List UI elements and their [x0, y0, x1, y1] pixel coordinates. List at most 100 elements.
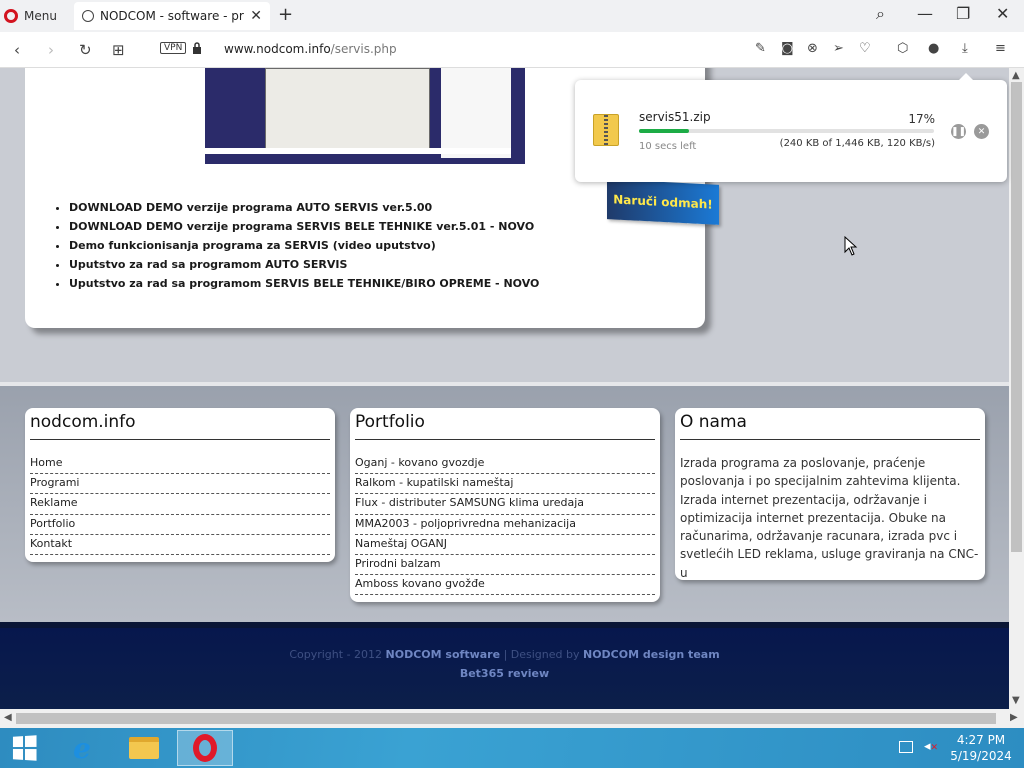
footer-link-programi[interactable]: Programi — [30, 474, 330, 495]
reload-icon[interactable]: ↻ — [79, 41, 92, 59]
download-percent: 17% — [908, 112, 935, 126]
download-links-list: DOWNLOAD DEMO verzije programa AUTO SERV… — [69, 198, 539, 293]
extensions-icon[interactable]: ⬡ — [897, 41, 908, 56]
internet-explorer-taskbar-button[interactable]: e — [54, 730, 110, 766]
footer-link-home[interactable]: Home — [30, 454, 330, 475]
program-screenshot-image — [205, 68, 525, 164]
camera-icon[interactable]: ◙ — [781, 41, 794, 56]
start-button[interactable] — [0, 730, 48, 766]
internet-explorer-icon: e — [73, 731, 91, 765]
download-link-servis-bele-tehnike[interactable]: DOWNLOAD DEMO verzije programa SERVIS BE… — [69, 217, 539, 236]
footer-box-about: O nama Izrada programa za poslovanje, pr… — [675, 408, 985, 580]
vertical-scrollbar[interactable]: ▲ ▼ — [1009, 68, 1024, 709]
portfolio-link[interactable]: Nameštaj OGANJ — [355, 535, 655, 555]
clock-time: 4:27 PM — [956, 733, 1006, 747]
system-clock[interactable]: 4:27 PM 5/19/2024 — [946, 732, 1016, 764]
windows-logo-icon — [12, 735, 37, 761]
download-progress-bar — [639, 129, 934, 133]
tab-title: NODCOM - software - pro — [100, 9, 245, 23]
zip-file-icon — [593, 114, 619, 146]
download-filename[interactable]: servis51.zip — [639, 110, 711, 124]
portfolio-link[interactable]: Amboss kovano gvožđe — [355, 575, 655, 596]
horizontal-scroll-thumb[interactable] — [16, 713, 996, 724]
copyright-separator: | Designed by — [503, 648, 580, 661]
heart-icon[interactable]: ♡ — [859, 41, 871, 56]
scroll-left-arrow-icon[interactable]: ◀ — [4, 712, 12, 723]
close-window-button[interactable]: ✕ — [996, 4, 1009, 23]
about-text: Izrada programa za poslovanje, praćenje … — [680, 456, 979, 580]
manual-auto-servis-link[interactable]: Uputstvo za rad sa programom AUTO SERVIS — [69, 255, 539, 274]
portfolio-link[interactable]: Ralkom - kupatilski nameštaj — [355, 474, 655, 495]
adblock-icon[interactable]: ⊗ — [807, 41, 818, 56]
download-time-left: 10 secs left — [639, 141, 697, 152]
forward-icon[interactable]: › — [48, 41, 54, 59]
clock-date: 5/19/2024 — [950, 749, 1012, 763]
footer-box-portfolio: Portfolio Oganj - kovano gvozdje Ralkom … — [350, 408, 660, 602]
control-panel-thumbnail — [441, 68, 511, 158]
download-size-info: (240 KB of 1,446 KB, 120 KB/s) — [779, 138, 935, 149]
footer-box-site-title: nodcom.info — [30, 412, 330, 440]
opera-taskbar-button[interactable] — [177, 730, 233, 766]
vpn-badge[interactable]: VPN — [160, 42, 187, 54]
cancel-download-icon[interactable]: ✕ — [974, 124, 989, 139]
profile-icon[interactable]: ● — [928, 41, 939, 56]
portfolio-link[interactable]: Flux - distributer SAMSUNG klima uredaja — [355, 494, 655, 515]
tab-bar: Menu NODCOM - software - pro ✕ + ⌕ — ❐ ✕ — [0, 0, 1024, 32]
opera-logo-icon — [4, 9, 18, 23]
portfolio-link[interactable]: Oganj - kovano gvozdje — [355, 454, 655, 475]
edit-icon[interactable]: ✎ — [755, 41, 766, 56]
footer-link-portfolio[interactable]: Portfolio — [30, 515, 330, 535]
mouse-cursor-icon — [844, 236, 858, 256]
vertical-scroll-thumb[interactable] — [1011, 82, 1022, 552]
file-explorer-taskbar-button[interactable] — [116, 730, 172, 766]
portfolio-link[interactable]: Prirodni balzam — [355, 555, 655, 576]
folder-icon — [129, 737, 159, 759]
pause-download-icon[interactable]: ❚❚ — [951, 124, 966, 139]
order-now-button[interactable]: Naruči odmah! — [607, 179, 719, 225]
download-popup: servis51.zip 17% 10 secs left (240 KB of… — [575, 73, 1007, 182]
footer-box-site: nodcom.info Home Programi Reklame Portfo… — [25, 408, 335, 562]
lock-icon — [193, 42, 201, 54]
footer-link-kontakt[interactable]: Kontakt — [30, 535, 330, 555]
url-field[interactable]: www.nodcom.info/servis.php — [224, 42, 397, 56]
url-host: www.nodcom.info — [224, 42, 331, 56]
download-progress-fill — [639, 129, 690, 133]
close-tab-icon[interactable]: ✕ — [250, 8, 262, 24]
restore-button[interactable]: ❐ — [956, 4, 970, 23]
download-icon[interactable]: ⤓ — [962, 41, 968, 56]
easy-setup-icon[interactable]: ≡ — [995, 41, 1006, 56]
dialog-thumbnail — [265, 68, 430, 150]
scroll-right-arrow-icon[interactable]: ▶ — [1010, 712, 1018, 723]
video-demo-link[interactable]: Demo funkcionisanja programa za SERVIS (… — [69, 236, 539, 255]
footer-box-about-title: O nama — [680, 412, 980, 440]
footer-link-reklame[interactable]: Reklame — [30, 494, 330, 515]
scroll-up-arrow-icon[interactable]: ▲ — [1012, 70, 1020, 81]
opera-menu-button[interactable]: Menu — [4, 4, 68, 28]
back-icon[interactable]: ‹ — [14, 41, 20, 59]
bet365-review-link[interactable]: Bet365 review — [0, 667, 1009, 680]
designer-link[interactable]: NODCOM design team — [583, 648, 720, 661]
send-icon[interactable]: ➢ — [833, 41, 844, 56]
search-tabs-icon[interactable]: ⌕ — [876, 4, 885, 24]
opera-icon — [193, 734, 217, 762]
tabs-grid-icon[interactable]: ⊞ — [112, 41, 125, 59]
horizontal-scrollbar[interactable]: ◀ ▶ — [0, 709, 1024, 728]
minimize-button[interactable]: — — [917, 4, 933, 23]
volume-muted-tray-icon[interactable]: ◂✕ — [924, 739, 938, 754]
menu-label: Menu — [24, 9, 57, 23]
startbar-thumbnail — [205, 148, 511, 154]
new-tab-button[interactable]: + — [278, 4, 293, 25]
network-tray-icon[interactable] — [899, 741, 913, 753]
url-path: /servis.php — [330, 42, 397, 56]
tab-active[interactable]: NODCOM - software - pro ✕ — [74, 2, 270, 30]
footer-box-portfolio-title: Portfolio — [355, 412, 655, 440]
copyright-text: Copyright - 2012 NODCOM software | Desig… — [0, 648, 1009, 661]
globe-icon — [82, 10, 94, 22]
address-bar: ‹ › ↻ ⊞ VPN www.nodcom.info/servis.php ✎… — [0, 32, 1024, 68]
download-link-auto-servis[interactable]: DOWNLOAD DEMO verzije programa AUTO SERV… — [69, 198, 539, 217]
copyright-brand-link[interactable]: NODCOM software — [386, 648, 501, 661]
scroll-down-arrow-icon[interactable]: ▼ — [1012, 695, 1020, 706]
copyright-prefix: Copyright - 2012 — [289, 648, 383, 661]
manual-servis-bele-tehnike-link[interactable]: Uputstvo za rad sa programom SERVIS BELE… — [69, 274, 539, 293]
portfolio-link[interactable]: MMA2003 - poljoprivredna mehanizacija — [355, 515, 655, 535]
